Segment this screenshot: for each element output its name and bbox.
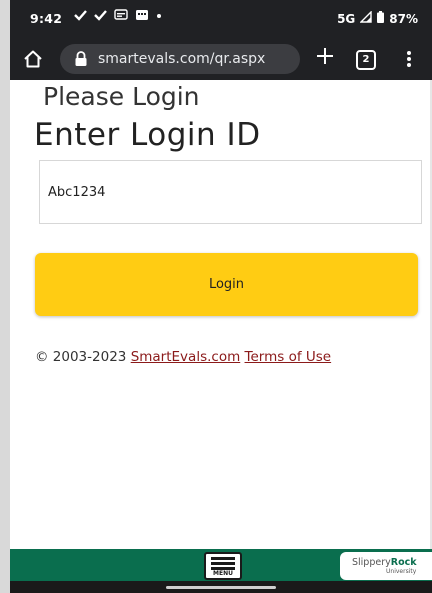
message-icon (114, 9, 128, 21)
logo-wordmark: SlipperyRock (352, 557, 417, 568)
signal-icon (359, 10, 372, 26)
left-bezel (0, 0, 10, 593)
copyright-text: © 2003-2023 (35, 349, 127, 365)
more-vert-icon (407, 51, 411, 67)
gesture-nav-area (10, 581, 432, 593)
notification-icons (74, 9, 162, 21)
browser-toolbar: smartevals.com/qr.aspx 2 (10, 38, 432, 80)
tab-switcher-button[interactable]: 2 (356, 50, 376, 70)
check-icon (74, 9, 87, 21)
plus-icon (317, 48, 333, 64)
dot-icon (156, 9, 162, 21)
home-gesture-handle[interactable] (166, 586, 276, 589)
slippery-rock-logo: SlipperyRock University (340, 552, 432, 580)
logo-subtext: University (386, 568, 417, 575)
lock-icon (74, 51, 88, 67)
status-time: 9:42 (30, 11, 63, 26)
battery-icon (377, 11, 385, 26)
home-button[interactable] (22, 48, 44, 70)
login-id-input[interactable] (39, 160, 422, 224)
status-bar: 9:42 5G 87% (10, 0, 432, 38)
phone-screen: 9:42 5G 87% smartevals.com/qr.aspx 2 Ple… (0, 0, 432, 593)
menu-button[interactable]: MENU (204, 552, 242, 580)
network-label: 5G (337, 11, 356, 26)
menu-label: MENU (213, 570, 233, 577)
page-subtitle: Please Login (43, 82, 200, 111)
home-icon (24, 50, 42, 68)
smartevals-link[interactable]: SmartEvals.com (131, 349, 241, 365)
url-text: smartevals.com/qr.aspx (98, 51, 266, 67)
address-bar[interactable]: smartevals.com/qr.aspx (60, 44, 300, 74)
page-title: Enter Login ID (34, 117, 261, 153)
calendar-icon (135, 9, 149, 21)
check-icon (94, 9, 107, 21)
battery-percent: 87% (389, 11, 418, 26)
login-button[interactable]: Login (35, 253, 418, 316)
bottom-nav-bar: MENU SlipperyRock University (10, 549, 432, 581)
terms-of-use-link[interactable]: Terms of Use (245, 349, 332, 365)
footer-copyright: © 2003-2023 SmartEvals.com Terms of Use (35, 349, 331, 365)
browser-menu-button[interactable] (404, 47, 414, 71)
new-tab-button[interactable] (312, 45, 338, 71)
status-right: 5G 87% (337, 10, 418, 26)
